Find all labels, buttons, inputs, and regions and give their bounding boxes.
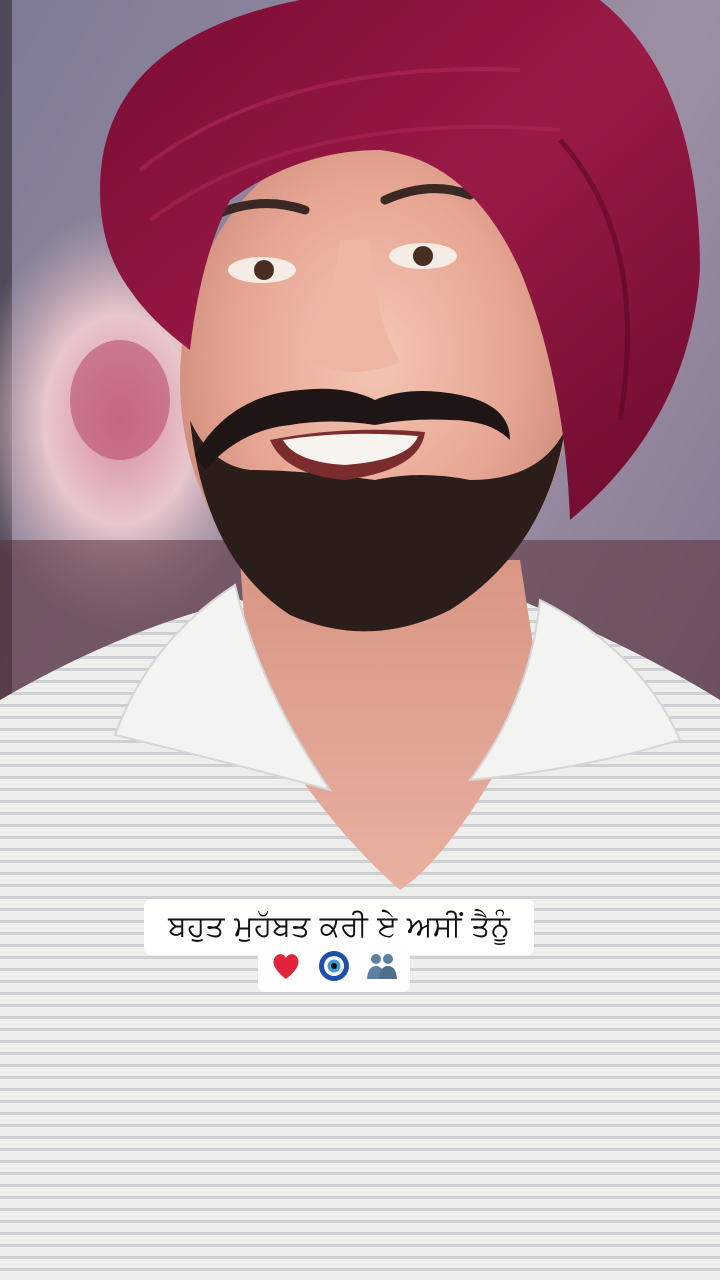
- portrait-photo: [0, 0, 720, 1280]
- left-iris: [254, 260, 274, 280]
- nazar-amulet-icon: [319, 950, 349, 981]
- background-flower-center: [70, 340, 170, 460]
- right-iris: [413, 246, 433, 266]
- heart-icon: [273, 953, 299, 979]
- video-frame[interactable]: ਬਹੁਤ ਮੁਹੱਬਤ ਕਰੀ ਏ ਅਸੀਂ ਤੈਨੂੰ: [0, 0, 720, 1280]
- couple-silhouette-icon: [366, 953, 397, 979]
- caption-emoji-line: [258, 944, 410, 992]
- caption-text: ਬਹੁਤ ਮੁਹੱਬਤ ਕਰੀ ਏ ਅਸੀਂ ਤੈਨੂੰ: [168, 909, 510, 944]
